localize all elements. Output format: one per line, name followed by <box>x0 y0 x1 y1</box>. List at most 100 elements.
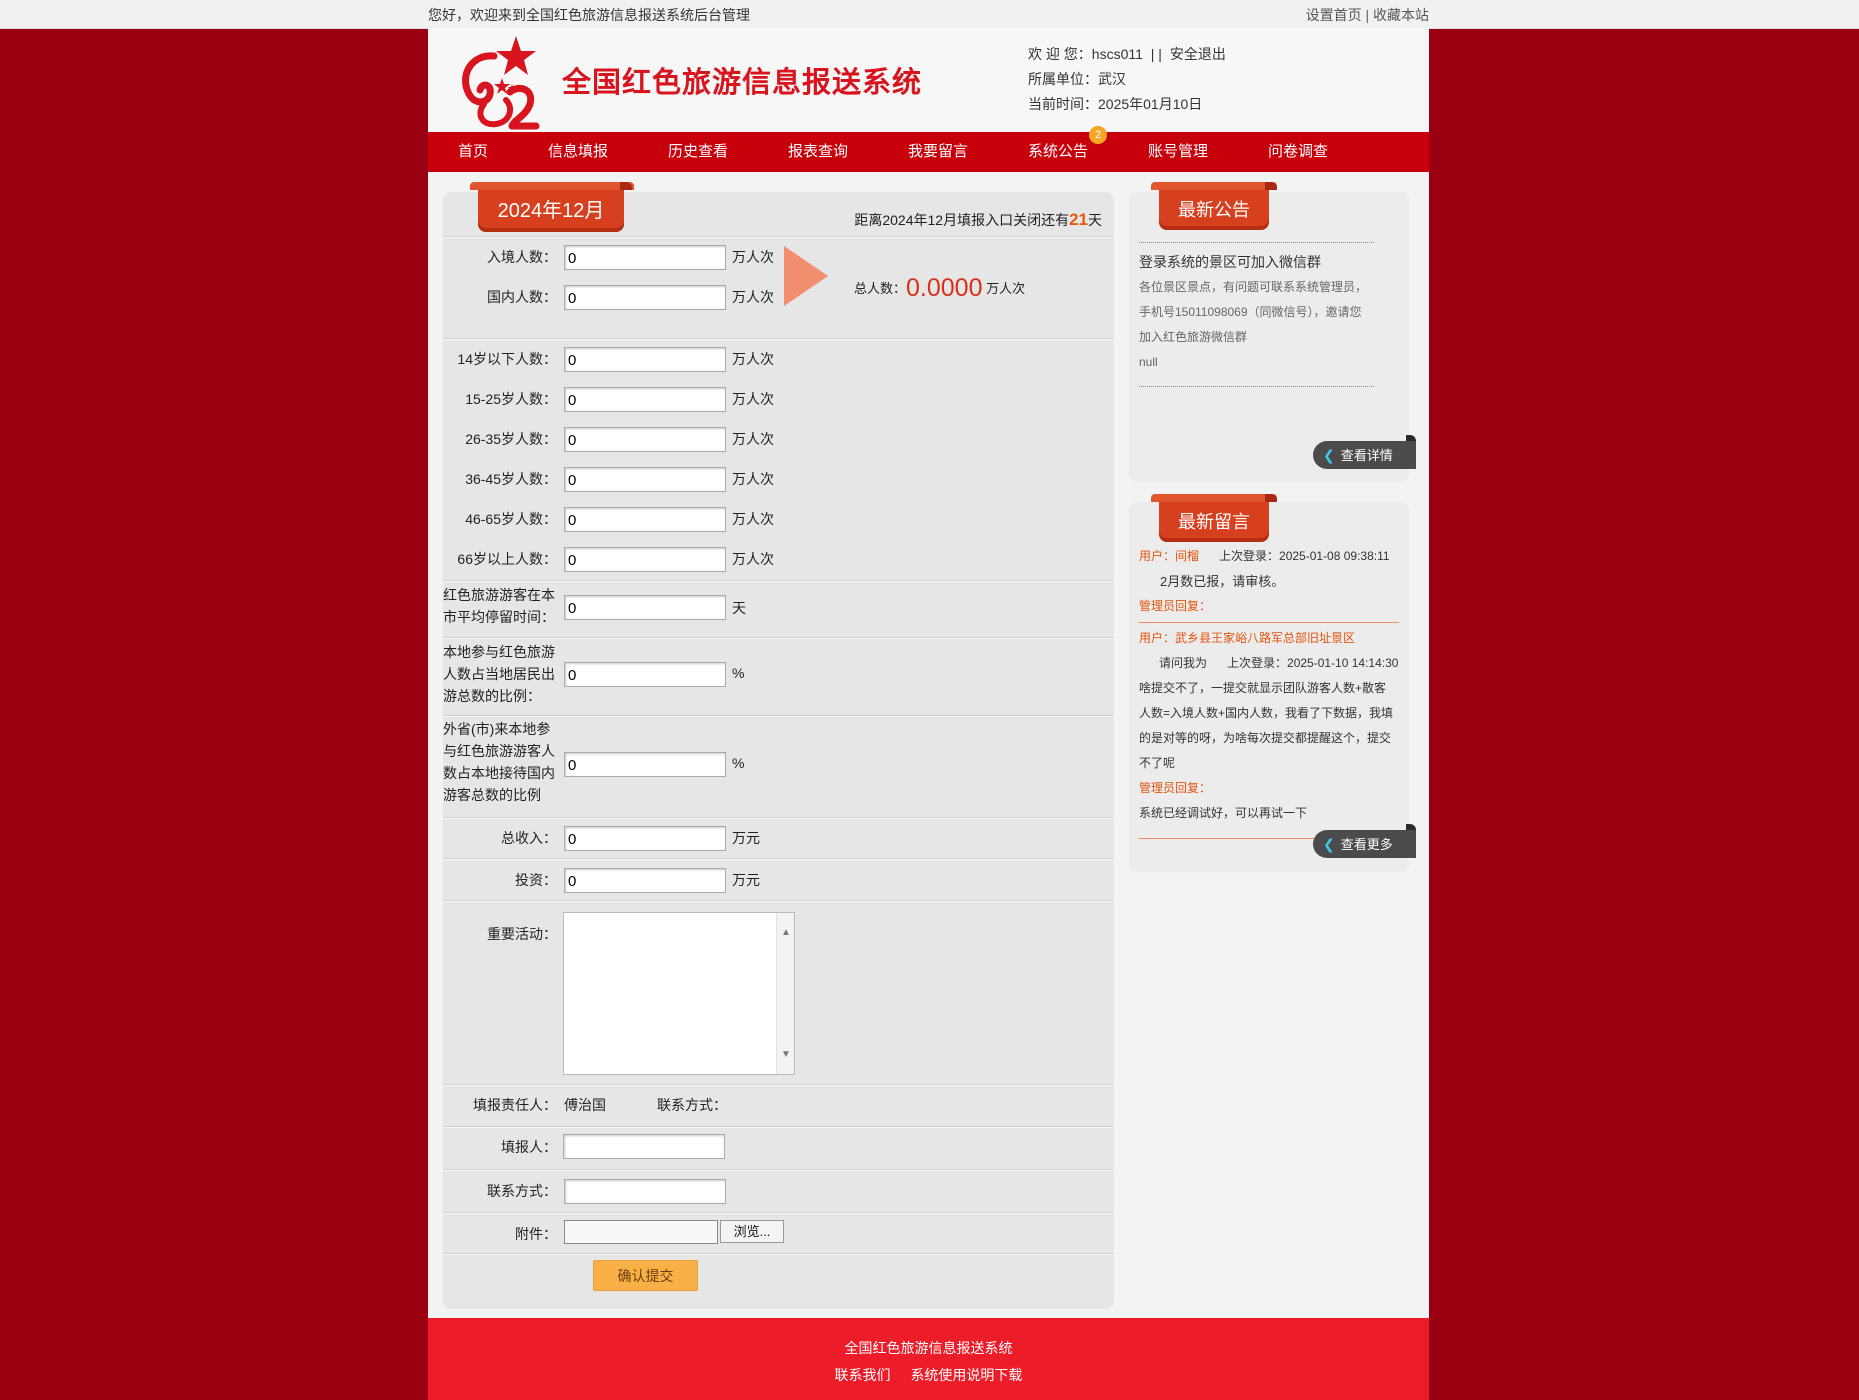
investment-unit: 万元 <box>732 872 760 888</box>
message-item-2: 用户：武乡县王家峪八路军总部旧址景区 请问我为 上次登录：2025-01-10 1… <box>1139 626 1399 826</box>
local-ratio-unit: % <box>732 665 745 681</box>
income-unit: 万元 <box>732 830 760 846</box>
report-form: 2024年12月 距离2024年12月填报入口关闭还有21天 入境人数： 0 万… <box>443 28 1114 1328</box>
age-36-45-input[interactable]: 0 <box>564 467 726 492</box>
divider <box>443 1084 1114 1086</box>
submit-button[interactable]: 确认提交 <box>593 1260 698 1291</box>
stay-time-unit: 天 <box>732 600 746 616</box>
age-over66-unit: 万人次 <box>732 551 774 567</box>
divider <box>443 817 1114 819</box>
logout-link[interactable]: 安全退出 <box>1170 46 1226 62</box>
message-1-user: 用户：间榴 <box>1139 549 1200 563</box>
stay-time-input[interactable]: 0 <box>564 595 726 620</box>
responsible-name: 傅治国 <box>564 1097 606 1113</box>
message-2-content-2: 人数=入境人数+国内人数，我看了下数据，我填 <box>1139 706 1394 720</box>
divider <box>443 715 1114 717</box>
countdown-suffix: 天 <box>1088 212 1102 228</box>
contact-input[interactable] <box>564 1179 726 1204</box>
manual-download-link[interactable]: 系统使用说明下载 <box>910 1367 1022 1383</box>
message-2-content-1: 啥提交不了，一提交就显示团队游客人数+散客 <box>1139 681 1387 695</box>
divider <box>443 858 1114 860</box>
month-label: 2024年12月 <box>497 200 605 222</box>
scroll-down-icon[interactable]: ▼ <box>781 1049 791 1060</box>
month-ribbon: 2024年12月 <box>470 182 634 232</box>
bookmark-link[interactable]: 收藏本站 <box>1373 7 1429 23</box>
view-more-button[interactable]: ❮ 查看更多 <box>1313 824 1416 858</box>
age-36-45-unit: 万人次 <box>732 471 774 487</box>
outside-ratio-input[interactable]: 0 <box>564 752 726 777</box>
domestic-input[interactable]: 0 <box>564 285 726 310</box>
local-ratio-label: 本地参与红色旅游人数占当地居民出游总数的比例： <box>443 644 555 704</box>
chevron-left-icon: ❮ <box>1323 836 1335 852</box>
messages-ribbon-top <box>1151 494 1277 502</box>
activity-textarea[interactable]: ▲ ▼ <box>563 912 795 1075</box>
message-2-user: 用户：武乡县王家峪八路军总部旧址景区 <box>1139 631 1356 645</box>
message-2-content-4: 不了呢 <box>1139 756 1176 770</box>
set-home-link[interactable]: 设置首页 <box>1306 7 1362 23</box>
total-count: 总人数：0.0000 万人次 <box>854 274 1025 303</box>
view-more-label: 查看更多 <box>1340 837 1393 852</box>
divider <box>443 236 1114 238</box>
user-sep: | | <box>1150 46 1162 62</box>
divider <box>443 1212 1114 1214</box>
nav-account[interactable]: 账号管理 <box>1148 132 1208 172</box>
messages-ribbon: 最新留言 <box>1151 494 1277 542</box>
message-divider <box>1139 622 1399 623</box>
textarea-scrollbar[interactable]: ▲ ▼ <box>776 913 794 1074</box>
message-2-content-3: 的是对等的呀，为啥每次提交都提醒这个，提交 <box>1139 731 1392 745</box>
scroll-up-icon[interactable]: ▲ <box>781 927 791 938</box>
investment-input[interactable]: 0 <box>564 868 726 893</box>
attachment-file-input[interactable] <box>564 1220 718 1244</box>
message-1-admin-reply: 管理员回复： <box>1139 599 1212 613</box>
top-sep: | <box>1365 7 1370 23</box>
browse-button[interactable]: 浏览... <box>720 1220 784 1243</box>
domestic-unit: 万人次 <box>732 289 774 305</box>
activity-label: 重要活动： <box>487 926 557 942</box>
message-2-admin-label: 管理员回复： <box>1139 781 1212 795</box>
notice-line-4: 加入红色旅游微信群 <box>1139 330 1248 344</box>
notice-line-5: null <box>1139 355 1158 369</box>
income-input[interactable]: 0 <box>564 826 726 851</box>
message-item-1: 用户：间榴 上次登录：2025-01-08 09:38:11 2月数已报，请审核。… <box>1139 544 1399 619</box>
notice-ribbon-top <box>1151 182 1277 190</box>
countdown-prefix: 距离2024年12月填报入口关闭还有 <box>854 212 1070 228</box>
countdown: 距离2024年12月填报入口关闭还有21天 <box>854 210 1102 230</box>
welcome-text: 您好，欢迎来到全国红色旅游信息报送系统后台管理 <box>428 7 750 23</box>
age-under14-unit: 万人次 <box>732 351 774 367</box>
total-label: 总人数： <box>854 281 907 296</box>
investment-label: 投资： <box>515 872 557 888</box>
age-15-25-input[interactable]: 0 <box>564 387 726 412</box>
age-under14-input[interactable]: 0 <box>564 347 726 372</box>
age-36-45-label: 36-45岁人数： <box>465 471 557 487</box>
divider <box>443 580 1114 582</box>
month-ribbon-top <box>470 182 634 190</box>
footer: 全国红色旅游信息报送系统 联系我们 系统使用说明下载 <box>428 1318 1429 1400</box>
total-value: 0.0000 <box>906 274 983 302</box>
local-ratio-input[interactable]: 0 <box>564 662 726 687</box>
messages-title: 最新留言 <box>1178 512 1250 532</box>
message-2-prefix: 请问我为 <box>1159 656 1208 670</box>
contact-us-link[interactable]: 联系我们 <box>835 1367 891 1383</box>
reporter-input[interactable] <box>563 1134 725 1159</box>
age-46-65-input[interactable]: 0 <box>564 507 726 532</box>
nav-survey[interactable]: 问卷调查 <box>1268 132 1328 172</box>
outside-ratio-unit: % <box>732 755 745 771</box>
age-46-65-label: 46-65岁人数： <box>465 511 557 527</box>
reporter-label: 填报人： <box>501 1139 557 1155</box>
divider <box>443 1126 1114 1128</box>
divider <box>443 900 1114 902</box>
notice-title: 最新公告 <box>1178 200 1250 220</box>
notice-content: 登录系统的景区可加入微信群 各位景区景点，有问题可联系系统管理员， 手机号150… <box>1139 250 1379 375</box>
dotted-divider <box>1139 386 1374 387</box>
age-26-35-unit: 万人次 <box>732 431 774 447</box>
view-detail-button[interactable]: ❮ 查看详情 <box>1313 435 1416 469</box>
top-bar: 您好，欢迎来到全国红色旅游信息报送系统后台管理 设置首页 | 收藏本站 <box>0 0 1859 29</box>
divider <box>443 338 1114 340</box>
domestic-label: 国内人数： <box>487 289 557 305</box>
income-label: 总收入： <box>501 830 557 846</box>
messages-panel: 最新留言 用户：间榴 上次登录：2025-01-08 09:38:11 2月数已报… <box>1129 494 1416 872</box>
inbound-input[interactable]: 0 <box>564 245 726 270</box>
age-26-35-input[interactable]: 0 <box>564 427 726 452</box>
responsible-contact-label: 联系方式： <box>657 1097 727 1113</box>
age-over66-input[interactable]: 0 <box>564 547 726 572</box>
